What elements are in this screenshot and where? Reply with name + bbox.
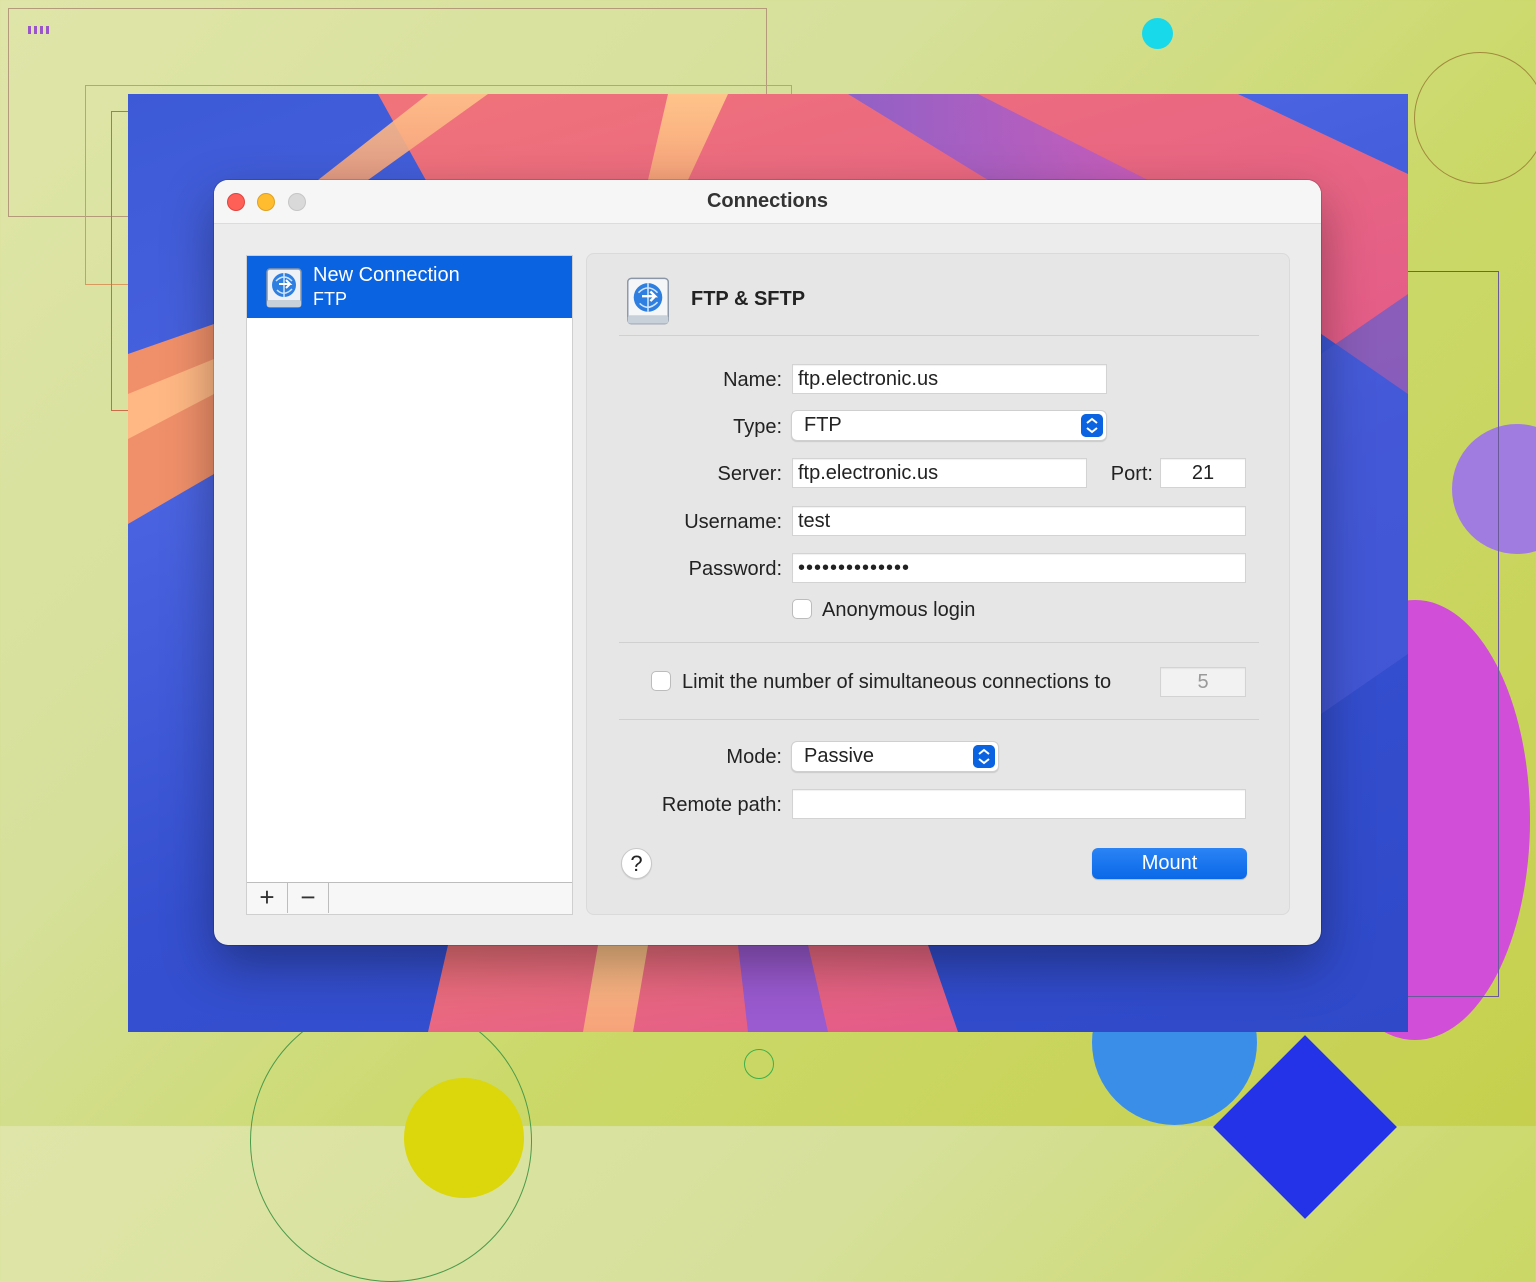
background-cyan-dot (1142, 18, 1173, 49)
limit-connections-label: Limit the number of simultaneous connect… (682, 671, 1112, 693)
username-label: Username: (684, 511, 782, 533)
server-label: Server: (717, 463, 782, 485)
port-field[interactable]: 21 (1160, 458, 1246, 488)
title-bar[interactable]: Connections (214, 180, 1321, 224)
chevron-updown-icon (973, 745, 995, 768)
connection-list[interactable]: New Connection FTP + − (246, 255, 573, 915)
type-label: Type: (733, 416, 782, 438)
window-title: Connections (706, 190, 829, 212)
type-select-value: FTP (804, 414, 842, 436)
password-label: Password: (688, 558, 782, 580)
help-button[interactable]: ? (621, 848, 652, 879)
list-item-new-connection[interactable]: New Connection FTP (247, 256, 572, 318)
chevron-updown-icon (1081, 414, 1103, 437)
background-dots (28, 26, 50, 34)
network-disk-icon (266, 268, 302, 308)
username-field[interactable]: test (792, 506, 1246, 536)
connection-protocol: FTP (313, 289, 347, 309)
connections-window: Connections New Connection FTP + − FTP &… (214, 180, 1321, 945)
remote-path-label: Remote path: (661, 794, 782, 816)
name-field[interactable]: ftp.electronic.us (792, 364, 1107, 394)
background-arc (250, 1000, 532, 1282)
limit-connections-field[interactable]: 5 (1160, 667, 1246, 697)
mount-button[interactable]: Mount (1092, 848, 1247, 879)
mode-label: Mode: (726, 746, 782, 768)
panel-title: FTP & SFTP (691, 288, 806, 310)
mode-select-value: Passive (804, 745, 875, 767)
background-blue-diamond (1213, 1035, 1397, 1219)
connection-name: New Connection (313, 264, 460, 286)
remote-path-field[interactable] (792, 789, 1246, 819)
ftp-disk-icon (627, 277, 669, 325)
port-label: Port: (1110, 463, 1153, 485)
background-green-ring (744, 1049, 774, 1079)
add-connection-button[interactable]: + (247, 883, 288, 913)
mode-select[interactable]: Passive (791, 741, 999, 772)
name-label: Name: (723, 369, 782, 391)
limit-connections-checkbox[interactable] (651, 671, 671, 691)
background-purple-circle (1452, 424, 1536, 554)
background-ring (1414, 52, 1536, 184)
password-field[interactable]: •••••••••••••• (792, 553, 1246, 583)
anonymous-login-label: Anonymous login (822, 599, 976, 621)
connection-settings-panel: FTP & SFTP Name: ftp.electronic.us Type:… (586, 253, 1290, 915)
remove-connection-button[interactable]: − (288, 883, 329, 913)
list-toolbar: + − (247, 882, 572, 914)
separator (619, 719, 1259, 720)
separator (619, 335, 1259, 336)
anonymous-login-checkbox[interactable] (792, 599, 812, 619)
type-select[interactable]: FTP (791, 410, 1107, 441)
separator (619, 642, 1259, 643)
background-right-frame (1408, 271, 1499, 997)
background-yellow-circle (404, 1078, 524, 1198)
